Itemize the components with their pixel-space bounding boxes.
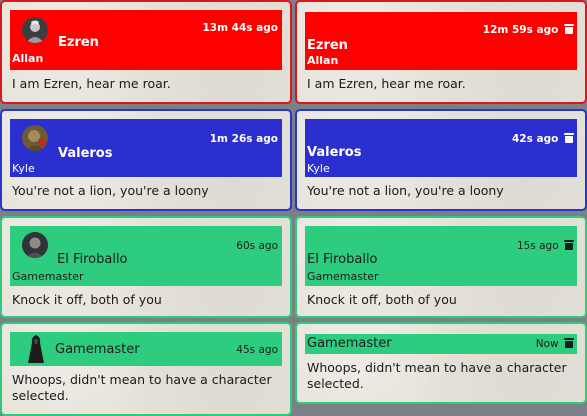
speaker-name: Valeros: [58, 146, 113, 161]
timestamp-with-delete: 12m 59s ago: [482, 24, 574, 36]
timestamp: 13m 44s ago: [202, 22, 278, 34]
timestamp: 45s ago: [236, 344, 278, 356]
speaker-name: Gamemaster: [307, 336, 392, 351]
speaker-name: Gamemaster: [55, 342, 140, 357]
message-text: I am Ezren, hear me roar.: [307, 76, 466, 91]
ezren-portrait-icon: [22, 17, 48, 43]
timestamp: 12m 59s ago: [482, 24, 559, 36]
timestamp: 60s ago: [236, 240, 278, 252]
timestamp-with-delete: 15s ago: [516, 240, 574, 252]
message-text: You're not a lion, you're a loony: [12, 183, 209, 198]
player-name: Kyle: [12, 162, 35, 175]
timestamp: 42s ago: [512, 133, 559, 145]
timestamp: Now: [535, 338, 559, 350]
chat-message-card: El Firoballo Gamemaster 15s ago Knock it…: [295, 216, 587, 318]
message-header: Valeros Kyle 42s ago: [305, 119, 577, 177]
avatar: [22, 17, 48, 43]
avatar: [22, 125, 48, 151]
player-name: Allan: [307, 54, 339, 67]
message-header: El Firoballo Gamemaster 60s ago: [10, 226, 282, 286]
trash-icon[interactable]: [564, 240, 574, 250]
timestamp: 1m 26s ago: [209, 133, 278, 145]
chat-message-card: Gamemaster 45s ago Whoops, didn't mean t…: [0, 322, 292, 416]
message-header: Ezren Allan 13m 44s ago: [10, 10, 282, 70]
firoballo-portrait-icon: [22, 232, 48, 258]
player-name: Allan: [12, 52, 44, 65]
timestamp-with-delete: 42s ago: [512, 133, 574, 145]
message-text: Knock it off, both of you: [307, 292, 457, 307]
message-header: Gamemaster 45s ago: [10, 332, 282, 366]
player-name: Kyle: [307, 162, 330, 175]
speaker-name: El Firoballo: [57, 252, 128, 267]
trash-icon[interactable]: [564, 133, 574, 143]
valeros-portrait-icon: [22, 125, 48, 151]
avatar: [22, 232, 48, 258]
chat-message-card: Ezren Allan 12m 59s ago I am Ezren, hear…: [295, 0, 587, 104]
speaker-name: Ezren: [58, 35, 99, 50]
timestamp: 15s ago: [516, 240, 559, 252]
trash-icon[interactable]: [564, 24, 574, 34]
message-text: I am Ezren, hear me roar.: [12, 76, 171, 91]
chat-message-card: Gamemaster Now Whoops, didn't mean to ha…: [295, 322, 587, 404]
avatar: [26, 334, 46, 364]
message-text: Whoops, didn't mean to have a character …: [307, 360, 567, 391]
message-text: Whoops, didn't mean to have a character …: [12, 372, 272, 403]
message-header: Ezren Allan 12m 59s ago: [305, 12, 577, 70]
message-text: Knock it off, both of you: [12, 292, 162, 307]
hooded-figure-icon: [28, 335, 44, 363]
trash-icon[interactable]: [564, 338, 574, 348]
chat-message-card: Valeros Kyle 42s ago You're not a lion, …: [295, 109, 587, 211]
chat-message-card: Ezren Allan 13m 44s ago I am Ezren, hear…: [0, 0, 292, 104]
chat-log-left: Ezren Allan 13m 44s ago I am Ezren, hear…: [0, 0, 292, 416]
message-header: Gamemaster Now: [305, 334, 577, 354]
speaker-name: El Firoballo: [307, 252, 378, 267]
speaker-name: Valeros: [307, 145, 362, 160]
message-text: You're not a lion, you're a loony: [307, 183, 504, 198]
player-name: Gamemaster: [307, 270, 379, 283]
player-name: Gamemaster: [12, 270, 84, 283]
chat-message-card: Valeros Kyle 1m 26s ago You're not a lio…: [0, 109, 292, 211]
message-header: El Firoballo Gamemaster 15s ago: [305, 226, 577, 286]
message-header: Valeros Kyle 1m 26s ago: [10, 119, 282, 177]
chat-log-right: Ezren Allan 12m 59s ago I am Ezren, hear…: [295, 0, 587, 416]
timestamp-with-delete: Now: [535, 338, 574, 350]
speaker-name: Ezren: [307, 38, 348, 53]
chat-message-card: El Firoballo Gamemaster 60s ago Knock it…: [0, 216, 292, 318]
